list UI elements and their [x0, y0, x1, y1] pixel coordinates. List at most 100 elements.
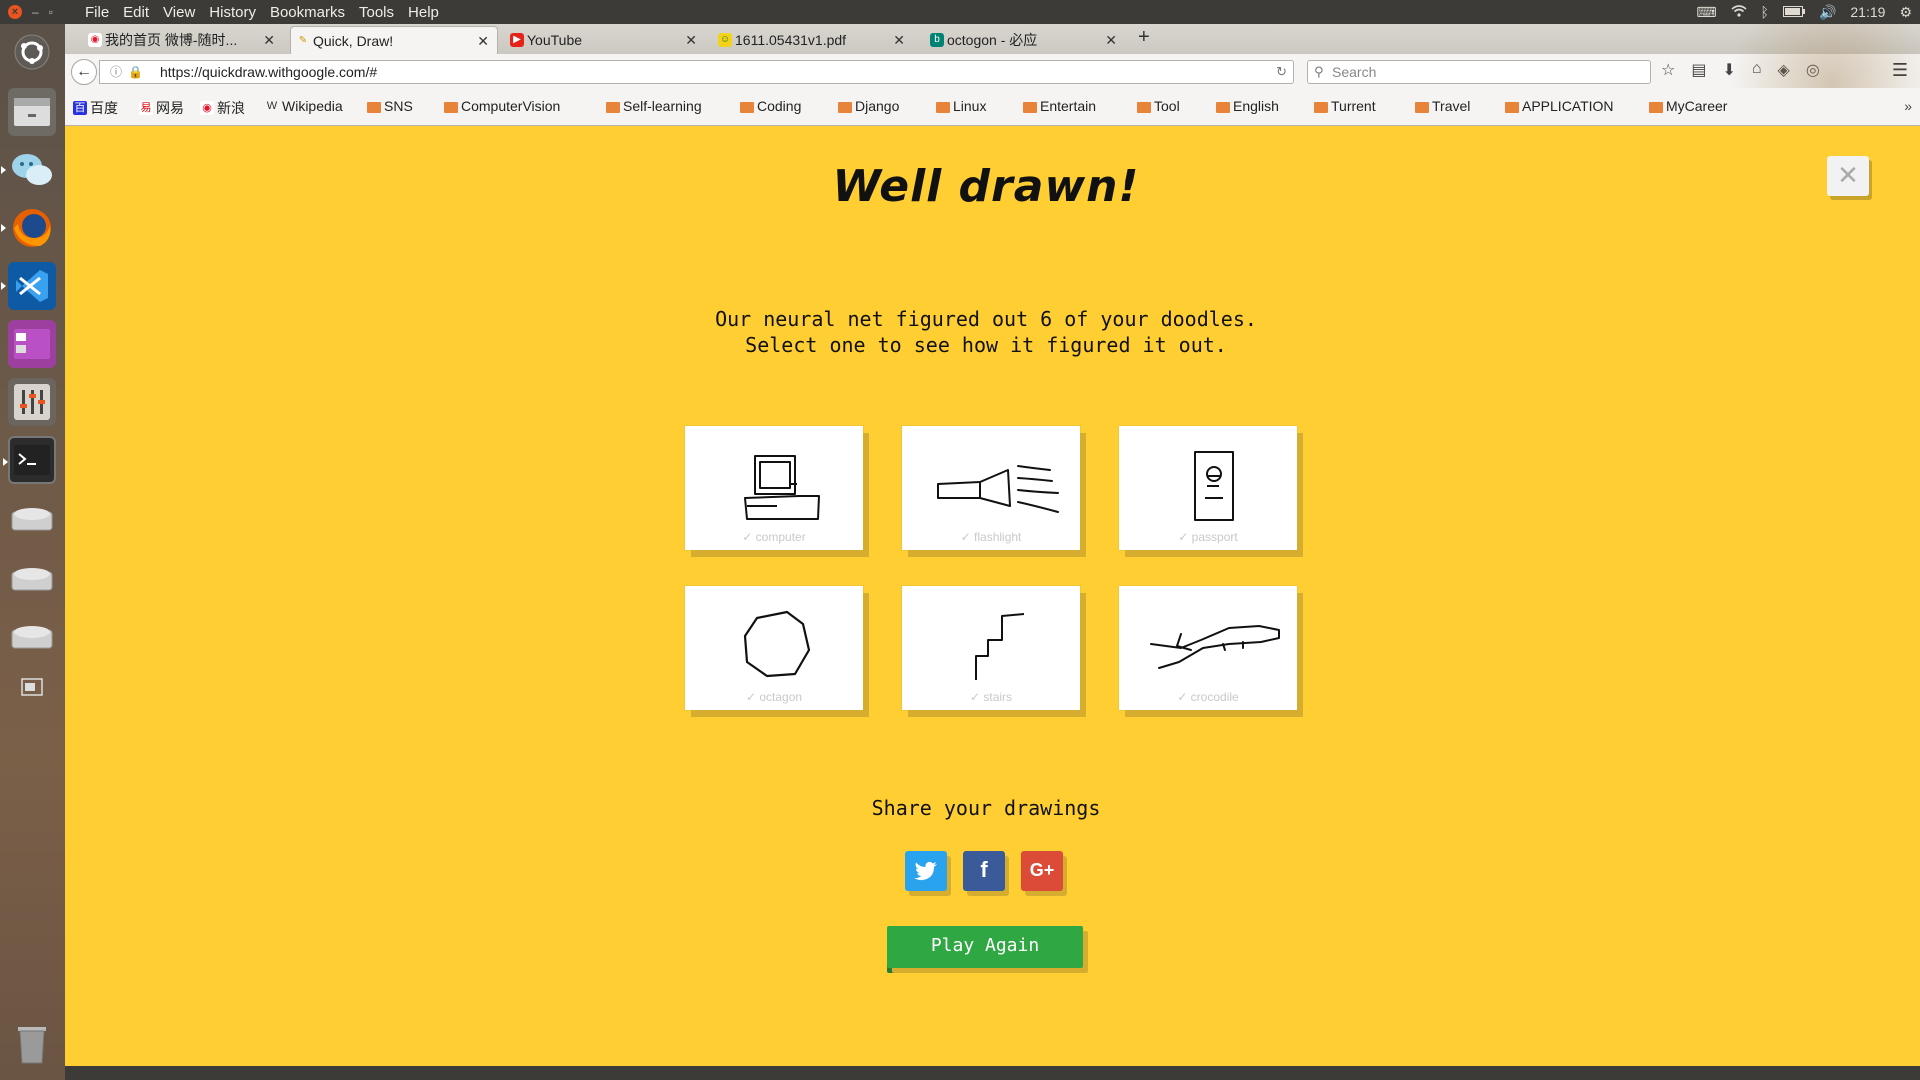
keyboard-icon[interactable]: ⌨: [1696, 4, 1716, 21]
bookmark-star-icon[interactable]: ☆: [1661, 60, 1675, 80]
folder-icon: [444, 101, 458, 113]
drive-icon[interactable]: [8, 554, 56, 602]
menu-icon[interactable]: ☰: [1892, 60, 1908, 81]
doodle-card-computer[interactable]: ✓ computer: [685, 426, 863, 550]
menu-file[interactable]: File: [85, 4, 109, 21]
tab-quickdraw[interactable]: ✎ Quick, Draw! ✕: [290, 26, 498, 54]
folder-icon: [1023, 101, 1037, 113]
folder-icon: [1649, 101, 1663, 113]
bookmark-folder-travel[interactable]: Travel: [1415, 98, 1470, 114]
weibo-icon: ◉: [88, 33, 102, 47]
search-placeholder: Search: [1332, 64, 1377, 80]
home-icon[interactable]: ⌂: [1752, 60, 1762, 80]
search-input[interactable]: ⚲ Search: [1307, 60, 1651, 84]
window-maximize-button[interactable]: ▫: [49, 5, 53, 19]
files-icon[interactable]: [8, 88, 56, 136]
battery-icon[interactable]: [1782, 4, 1805, 20]
folder-icon: [606, 101, 620, 113]
bookmark-folder-turrent[interactable]: Turrent: [1314, 98, 1376, 114]
tab-youtube[interactable]: ▶ YouTube ✕: [505, 26, 705, 54]
clock[interactable]: 21:19: [1850, 4, 1885, 20]
menu-help[interactable]: Help: [408, 4, 439, 21]
twitter-share-button[interactable]: [905, 851, 947, 891]
tab-weibo[interactable]: ◉ 我的首页 微博-随时... ✕: [83, 26, 283, 54]
window-close-button[interactable]: ×: [8, 5, 22, 19]
close-tab-icon[interactable]: ✕: [263, 32, 275, 49]
bookmark-folder-english[interactable]: English: [1216, 98, 1279, 114]
menu-bookmarks[interactable]: Bookmarks: [270, 4, 345, 21]
play-again-button[interactable]: Play Again: [887, 926, 1083, 968]
info-icon[interactable]: ⓘ: [110, 65, 128, 79]
doodle-card-octagon[interactable]: ✓ octagon: [685, 586, 863, 710]
wifi-icon[interactable]: [1731, 4, 1747, 20]
page-title: Well drawn!: [832, 161, 1140, 212]
search-icon: ⚲: [1314, 64, 1324, 79]
bluetooth-icon[interactable]: ᛒ: [1761, 4, 1769, 20]
close-tab-icon[interactable]: ✕: [893, 32, 905, 49]
trash-icon[interactable]: [8, 1019, 56, 1067]
video-player-icon[interactable]: [8, 320, 56, 368]
url-bar[interactable]: ⓘ🔒 https://quickdraw.withgoogle.com/# ↻: [99, 60, 1294, 84]
bookmark-folder-django[interactable]: Django: [838, 98, 899, 114]
bookmark-folder-self-learning[interactable]: Self-learning: [606, 98, 702, 114]
bookmark-folder-coding[interactable]: Coding: [740, 98, 801, 114]
doodle-card-passport[interactable]: ✓ passport: [1119, 426, 1297, 550]
bookmark-folder-mycareer[interactable]: MyCareer: [1649, 98, 1727, 114]
addon-icon[interactable]: ◎: [1806, 60, 1820, 80]
close-tab-icon[interactable]: ✕: [685, 32, 697, 49]
menu-edit[interactable]: Edit: [123, 4, 149, 21]
window-minimize-button[interactable]: –: [32, 5, 39, 19]
wechat-icon[interactable]: [1, 146, 56, 194]
drive-icon[interactable]: [8, 612, 56, 660]
bookmark-folder-application[interactable]: APPLICATION: [1505, 98, 1614, 114]
drive-icon[interactable]: [8, 494, 56, 542]
reload-icon[interactable]: ↻: [1276, 61, 1287, 83]
bookmark-folder-entertain[interactable]: Entertain: [1023, 98, 1096, 114]
system-tray: ⌨ ᛒ 🔊 21:19 ⚙: [1696, 4, 1920, 21]
bookmark-wikipedia[interactable]: W Wikipedia: [265, 98, 343, 114]
google-plus-share-button[interactable]: G+: [1021, 851, 1063, 891]
close-tab-icon[interactable]: ✕: [1105, 32, 1117, 49]
vscode-icon[interactable]: [1, 262, 56, 310]
bookmark-folder-sns[interactable]: SNS: [367, 98, 413, 114]
doodle-card-stairs[interactable]: ✓ stairs: [902, 586, 1080, 710]
doodle-card-crocodile[interactable]: ✓ crocodile: [1119, 586, 1297, 710]
bookmark-folder-linux[interactable]: Linux: [936, 98, 986, 114]
volume-icon[interactable]: 🔊: [1819, 4, 1836, 21]
tab-pdf[interactable]: ☺ 1611.05431v1.pdf ✕: [713, 26, 913, 54]
new-tab-button[interactable]: +: [1138, 26, 1150, 49]
results-description: Our neural net figured out 6 of your doo…: [65, 306, 1907, 358]
sina-icon: ◉: [200, 101, 214, 115]
doodle-card-flashlight[interactable]: ✓ flashlight: [902, 426, 1080, 550]
chevron-more-icon[interactable]: »: [1904, 98, 1912, 114]
back-button[interactable]: ←: [71, 59, 97, 85]
menu-tools[interactable]: Tools: [359, 4, 394, 21]
top-panel: × – ▫ File Edit View History Bookmarks T…: [0, 0, 1920, 24]
settings-mixer-icon[interactable]: [8, 378, 56, 426]
menu-view[interactable]: View: [163, 4, 195, 21]
doodle-label: ✓ stairs: [969, 690, 1013, 704]
gear-icon[interactable]: ⚙: [1899, 4, 1912, 21]
tab-bar: ◉ 我的首页 微博-随时... ✕ ✎ Quick, Draw! ✕ ▶ You…: [65, 24, 1920, 54]
baidu-icon: 百: [73, 101, 87, 115]
facebook-share-button[interactable]: f: [963, 851, 1005, 891]
download-icon[interactable]: ⬇: [1722, 60, 1735, 80]
bookmark-163[interactable]: 易网易: [139, 98, 184, 118]
terminal-icon[interactable]: [3, 436, 56, 484]
tab-bing[interactable]: b octogon - 必应 ✕: [925, 26, 1125, 54]
reading-list-icon[interactable]: ▤: [1691, 60, 1706, 80]
extension-icon[interactable]: ◈: [1778, 60, 1790, 80]
bookmark-baidu[interactable]: 百百度: [73, 98, 118, 118]
wikipedia-icon: W: [266, 100, 278, 112]
close-tab-icon[interactable]: ✕: [477, 33, 489, 50]
workspace-switcher-icon[interactable]: [8, 672, 56, 702]
bookmark-folder-computervision[interactable]: ComputerVision: [444, 98, 560, 114]
dash-home-icon[interactable]: [8, 28, 56, 76]
doodle-label: ✓ flashlight: [960, 530, 1022, 544]
bookmark-folder-tool[interactable]: Tool: [1137, 98, 1180, 114]
pencil-icon: ✎: [298, 35, 308, 46]
folder-icon: [740, 101, 754, 113]
menu-history[interactable]: History: [209, 4, 256, 21]
bookmark-sina[interactable]: ◉ 新浪: [200, 98, 245, 118]
firefox-icon[interactable]: [1, 204, 56, 252]
